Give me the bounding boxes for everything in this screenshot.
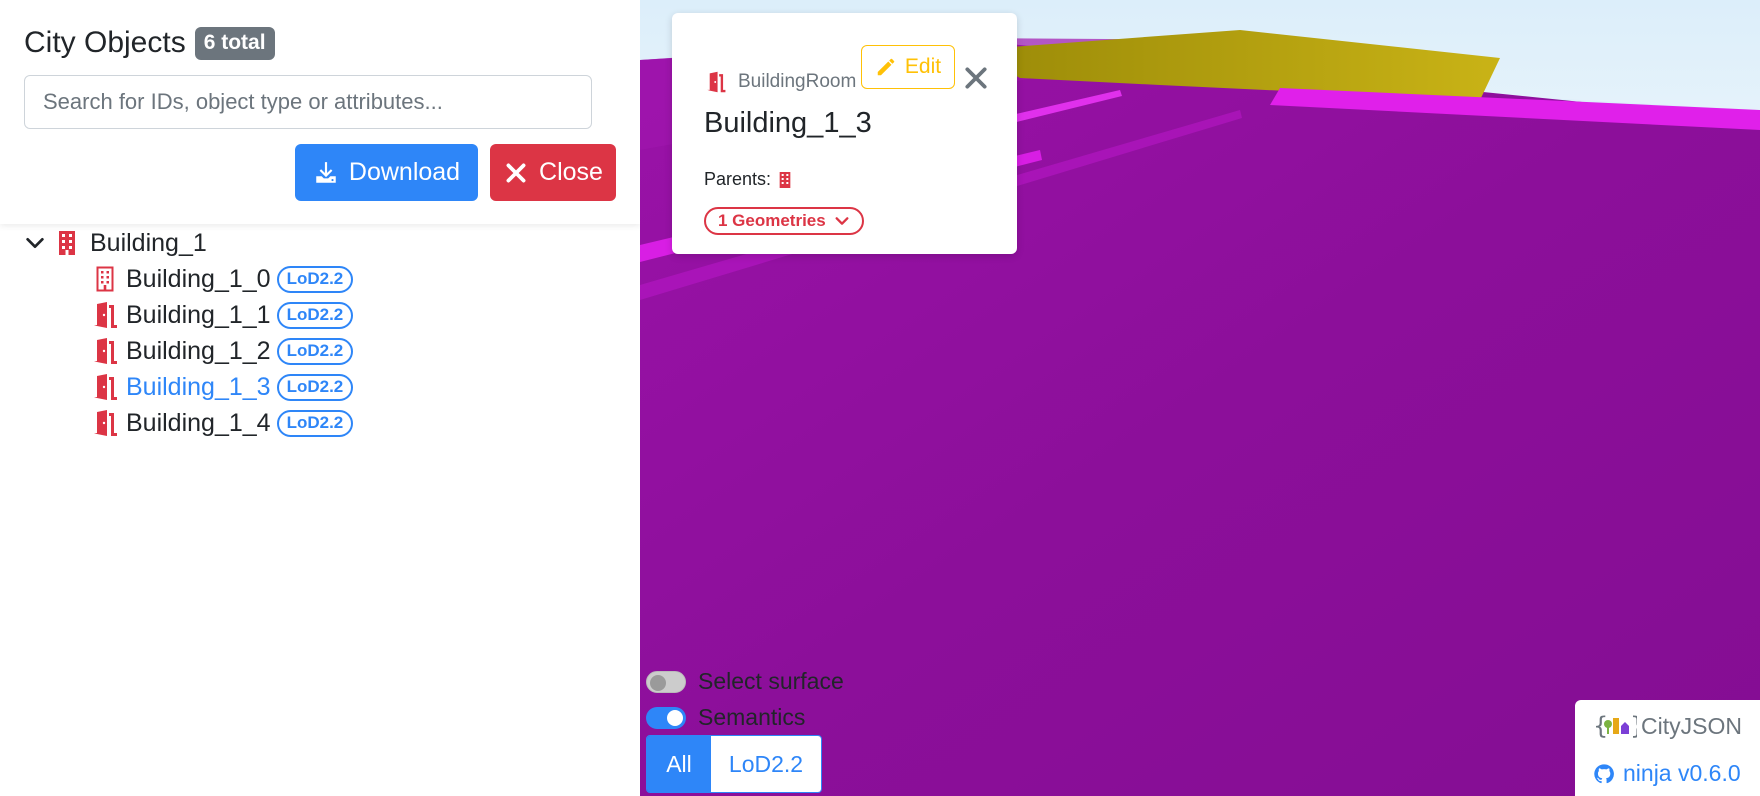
tree-row-building-1-2[interactable]: Building_1_2 LoD2.2 [92, 334, 354, 368]
lod-badge: LoD2.2 [276, 265, 354, 293]
geometries-label: 1 Geometries [718, 211, 826, 230]
geometries-dropdown[interactable]: 1 Geometries [704, 207, 864, 235]
select-surface-toggle-row[interactable]: Select surface [646, 668, 844, 695]
tree-row-label: Building_1_2 [126, 336, 271, 365]
parents-label: Parents: [704, 169, 772, 189]
semantics-label: Semantics [698, 704, 806, 730]
select-surface-label: Select surface [698, 668, 844, 694]
door-icon [94, 410, 117, 436]
switch-knob [650, 674, 666, 691]
panel-header: City Objects 6 total Download Close [0, 0, 640, 224]
pencil-icon [877, 58, 895, 76]
city-objects-panel: City Objects 6 total Download Close Buil… [0, 0, 641, 796]
object-info-popup: BuildingRoom Edit Building_1_3 Parents: … [672, 13, 1017, 254]
close-icon [506, 163, 526, 182]
chevron-down-icon[interactable] [24, 232, 46, 254]
chevron-down-icon [835, 217, 849, 225]
building-icon [59, 231, 75, 255]
lod-badge: LoD2.2 [276, 337, 354, 365]
download-icon [316, 161, 336, 183]
brand-label: CityJSON [1641, 712, 1742, 739]
tree-row-label: Building_1_3 [126, 372, 271, 401]
tree-row-building-1[interactable]: Building_1 [24, 226, 207, 260]
branding-card: { } CityJSON ninja v0.6.0 [1575, 700, 1760, 796]
tree-row-label: Building_1 [90, 228, 207, 257]
close-icon[interactable] [963, 65, 989, 91]
door-icon [94, 338, 117, 364]
tree-row-building-1-3[interactable]: Building_1_3 LoD2.2 [92, 370, 354, 404]
tree-row-label: Building_1_4 [126, 408, 271, 437]
lod-all-button[interactable]: All [647, 736, 711, 792]
tree-row-building-1-0[interactable]: Building_1_0 LoD2.2 [92, 262, 354, 296]
panel-title: City Objects [24, 26, 186, 59]
door-icon [707, 71, 726, 93]
tree-row-label: Building_1_0 [126, 264, 271, 293]
search-input[interactable] [24, 75, 592, 129]
switch-knob [667, 709, 683, 726]
cityjson-logo-icon: { } [1593, 712, 1637, 740]
door-icon [94, 374, 117, 400]
close-label: Close [539, 158, 603, 186]
svg-text:}: } [1630, 712, 1637, 740]
total-count-badge: 6 total [194, 26, 275, 60]
object-type-label: BuildingRoom [738, 71, 857, 92]
building-icon[interactable] [777, 170, 793, 190]
cityjson-logo: { } CityJSON [1593, 712, 1742, 740]
close-button[interactable]: Close [490, 144, 616, 201]
parents-row: Parents: [704, 169, 793, 190]
door-icon [94, 302, 117, 328]
tree-row-label: Building_1_1 [126, 300, 271, 329]
select-surface-switch[interactable] [646, 670, 686, 693]
github-icon [1594, 763, 1614, 783]
edit-button[interactable]: Edit [861, 45, 955, 89]
lod-badge: LoD2.2 [276, 373, 354, 401]
semantics-toggle-row[interactable]: Semantics [646, 704, 805, 731]
tree-row-building-1-1[interactable]: Building_1_1 LoD2.2 [92, 298, 354, 332]
download-button[interactable]: Download [295, 144, 478, 201]
lod-badge: LoD2.2 [276, 409, 354, 437]
object-type-row: BuildingRoom [704, 71, 856, 93]
download-label: Download [348, 158, 461, 186]
panel-title-row: City Objects 6 total [24, 26, 275, 60]
lod-selector: All LoD2.2 [646, 735, 822, 793]
semantics-switch[interactable] [646, 706, 686, 729]
building-icon [96, 266, 114, 292]
lod-22-button[interactable]: LoD2.2 [711, 736, 821, 792]
tree-row-building-1-4[interactable]: Building_1_4 LoD2.2 [92, 406, 354, 440]
object-id-title: Building_1_3 [704, 107, 872, 139]
github-link[interactable]: ninja v0.6.0 [1593, 760, 1741, 787]
edit-label: Edit [904, 55, 942, 78]
lod-badge: LoD2.2 [276, 301, 354, 329]
version-label: ninja v0.6.0 [1623, 760, 1741, 786]
